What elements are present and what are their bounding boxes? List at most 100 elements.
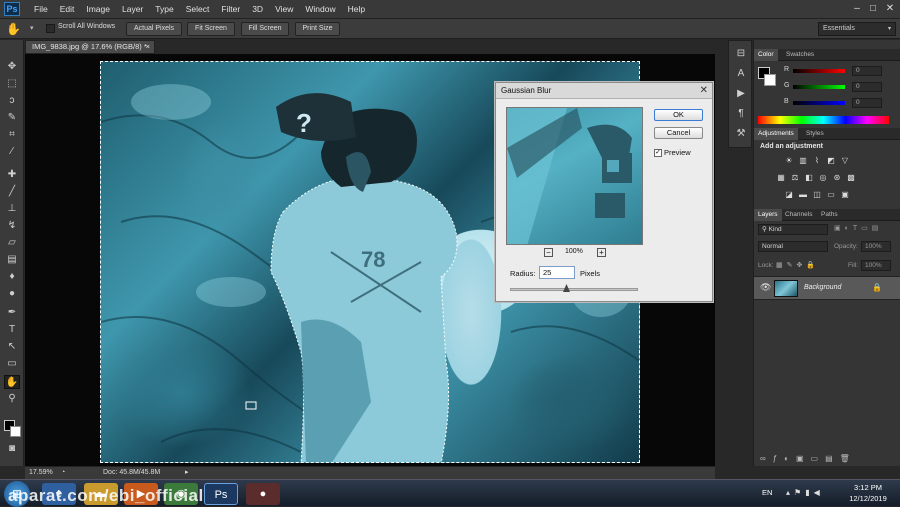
hand-tool-icon[interactable]: ✋ <box>4 375 20 389</box>
layer-filter-select[interactable]: ⚲ Kind <box>758 224 828 235</box>
hand-tool-icon[interactable]: ✋ <box>6 21 22 37</box>
hue-saturation-icon[interactable]: ▦ <box>776 173 786 183</box>
channel-mixer-icon[interactable]: ⊛ <box>832 173 842 183</box>
brush-tool-icon[interactable]: ╱ <box>4 185 20 199</box>
background-color-swatch[interactable] <box>10 426 21 437</box>
shape-tool-icon[interactable]: ▭ <box>4 357 20 371</box>
photoshop-taskbar-icon[interactable]: Ps <box>204 483 238 505</box>
dialog-title-bar[interactable]: Gaussian Blur <box>496 83 712 99</box>
menu-edit[interactable]: Edit <box>54 0 81 19</box>
black-white-icon[interactable]: ◧ <box>804 173 814 183</box>
tool-presets-icon[interactable]: ⚒ <box>733 127 749 141</box>
workspace-select[interactable]: Essentials ▾ <box>818 22 896 36</box>
zoom-in-icon[interactable]: + <box>597 248 606 257</box>
menu-select[interactable]: Select <box>180 0 216 19</box>
tab-swatches[interactable]: Swatches <box>782 49 818 61</box>
levels-icon[interactable]: ▥ <box>798 156 808 166</box>
posterize-icon[interactable]: ▬ <box>798 190 808 200</box>
move-tool-icon[interactable]: ✥ <box>4 60 20 74</box>
color-spectrum-ramp[interactable] <box>758 116 889 124</box>
quick-selection-tool-icon[interactable]: ✎ <box>4 111 20 125</box>
blend-mode-select[interactable]: Normal <box>758 241 828 252</box>
recorder-icon[interactable]: ● <box>246 483 280 505</box>
clone-stamp-tool-icon[interactable]: ⊥ <box>4 202 20 216</box>
opacity-input[interactable]: 100% <box>861 241 891 252</box>
lasso-tool-icon[interactable]: ↄ <box>4 94 20 108</box>
clock-time[interactable]: 3:12 PM <box>846 483 890 492</box>
document-tab[interactable]: IMG_9838.jpg @ 17.6% (RGB/8) * × <box>25 40 155 54</box>
curves-icon[interactable]: ⌇ <box>812 156 822 166</box>
layer-filter-icons[interactable]: ▣◐T▭▤ <box>834 224 882 232</box>
lock-icons[interactable]: ▦✎✥🔒 <box>776 261 819 269</box>
visibility-eye-icon[interactable]: 👁 <box>760 282 771 293</box>
menu-view[interactable]: View <box>269 0 299 19</box>
menu-filter[interactable]: Filter <box>215 0 246 19</box>
channel-r-value[interactable]: 0 <box>852 66 882 76</box>
history-panel-icon[interactable]: ⊟ <box>733 47 749 61</box>
tab-layers[interactable]: Layers <box>754 209 782 221</box>
invert-icon[interactable]: ◪ <box>784 190 794 200</box>
tray-icons[interactable]: ▴⚑▮◀ <box>786 488 824 497</box>
tool-preset-chevron-icon[interactable]: ▾ <box>30 24 34 32</box>
menu-type[interactable]: Type <box>149 0 179 19</box>
paragraph-panel-icon[interactable]: ¶ <box>733 107 749 121</box>
zoom-tool-icon[interactable]: ⚲ <box>4 392 20 406</box>
restore-icon[interactable]: □ <box>867 3 879 15</box>
status-info-icon[interactable]: ◔ <box>61 467 65 479</box>
fit-screen-button[interactable]: Fit Screen <box>187 22 235 36</box>
type-tool-icon[interactable]: T <box>4 323 20 337</box>
color-lookup-icon[interactable]: ▩ <box>846 173 856 183</box>
menu-3d[interactable]: 3D <box>246 0 269 19</box>
zoom-level[interactable]: 17.59% <box>29 467 53 479</box>
channel-b-slider[interactable] <box>793 101 845 105</box>
zoom-out-icon[interactable]: − <box>544 248 553 257</box>
tab-adjustments[interactable]: Adjustments <box>754 128 798 140</box>
channel-b-value[interactable]: 0 <box>852 98 882 108</box>
layer-footer-icons[interactable]: ∞ƒ◐▣▭▤🗑 <box>760 454 857 463</box>
blur-tool-icon[interactable]: ♦ <box>4 270 20 284</box>
character-panel-icon[interactable]: A <box>733 67 749 81</box>
eraser-tool-icon[interactable]: ▱ <box>4 236 20 250</box>
eyedropper-tool-icon[interactable]: ⁄ <box>4 145 20 159</box>
tab-paths[interactable]: Paths <box>817 209 842 221</box>
channel-g-slider[interactable] <box>793 85 845 89</box>
preview-checkbox[interactable]: ✓ <box>654 149 662 157</box>
menu-help[interactable]: Help <box>342 0 371 19</box>
ok-button[interactable]: OK <box>654 109 703 121</box>
color-background-swatch[interactable] <box>764 74 776 86</box>
marquee-tool-icon[interactable]: ⬚ <box>4 77 20 91</box>
dialog-close-icon[interactable]: ✕ <box>700 85 708 97</box>
threshold-icon[interactable]: ◫ <box>812 190 822 200</box>
actions-panel-icon[interactable]: ▶ <box>733 87 749 101</box>
menu-file[interactable]: File <box>28 0 54 19</box>
brightness-contrast-icon[interactable]: ☀ <box>784 156 794 166</box>
crop-tool-icon[interactable]: ⌗ <box>4 128 20 142</box>
color-balance-icon[interactable]: ⚖ <box>790 173 800 183</box>
photo-filter-icon[interactable]: ◎ <box>818 173 828 183</box>
quick-mask-icon[interactable]: ◙ <box>4 442 20 456</box>
layer-name[interactable]: Background <box>804 284 841 291</box>
minimize-icon[interactable]: – <box>851 3 863 15</box>
language-indicator[interactable]: EN <box>762 488 772 497</box>
gradient-tool-icon[interactable]: ▤ <box>4 253 20 267</box>
channel-r-slider[interactable] <box>793 69 845 73</box>
exposure-icon[interactable]: ◩ <box>826 156 836 166</box>
tab-channels[interactable]: Channels <box>781 209 816 221</box>
print-size-button[interactable]: Print Size <box>295 22 340 36</box>
layer-row[interactable]: 👁 Background 🔒 <box>754 276 900 300</box>
tab-styles[interactable]: Styles <box>802 128 828 140</box>
status-menu-arrow-icon[interactable]: ▸ <box>185 467 189 479</box>
actual-pixels-button[interactable]: Actual Pixels <box>126 22 182 36</box>
radius-input[interactable]: 25 <box>539 266 575 279</box>
scroll-all-windows-checkbox[interactable] <box>46 24 55 33</box>
cancel-button[interactable]: Cancel <box>654 127 703 139</box>
clock-date[interactable]: 12/12/2019 <box>846 494 890 503</box>
healing-brush-tool-icon[interactable]: ✚ <box>4 168 20 182</box>
close-tab-icon[interactable]: × <box>146 41 150 53</box>
channel-g-value[interactable]: 0 <box>852 82 882 92</box>
fill-screen-button[interactable]: Fill Screen <box>241 22 289 36</box>
gradient-map-icon[interactable]: ▭ <box>826 190 836 200</box>
fill-input[interactable]: 100% <box>861 260 891 271</box>
close-icon[interactable]: ✕ <box>884 3 896 15</box>
tab-color[interactable]: Color <box>754 49 778 61</box>
